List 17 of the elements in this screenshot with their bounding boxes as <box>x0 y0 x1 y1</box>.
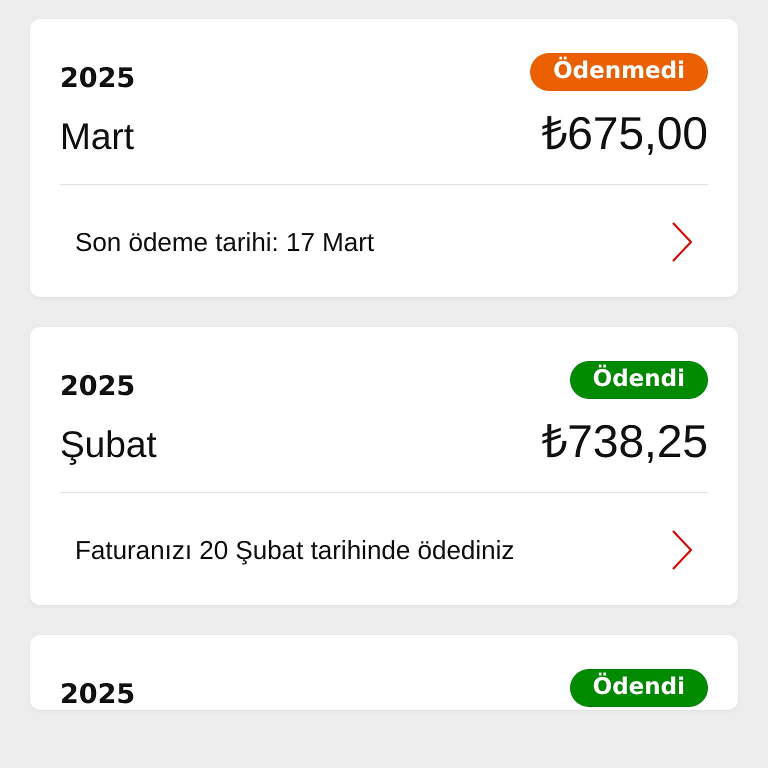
bill-note: Son ödeme tarihi: 17 Mart <box>75 226 374 258</box>
chevron-right-icon[interactable] <box>670 221 694 263</box>
bill-month: Mart <box>60 116 134 158</box>
bill-note: Faturanızı 20 Şubat tarihinde ödediniz <box>75 534 514 566</box>
bill-month: Şubat <box>60 424 157 466</box>
bill-year: 2025 <box>60 679 136 710</box>
bill-card[interactable]: 2025 Ödendi <box>30 635 738 710</box>
bill-amount: ₺675,00 <box>541 106 708 161</box>
status-badge: Ödendi <box>570 668 708 706</box>
bill-card[interactable]: 2025 Ödendi Şubat ₺738,25 Faturanızı 20 Şubat tarihinde ödediniz <box>30 327 738 605</box>
status-badge: Ödenmedi <box>530 52 708 90</box>
bill-year: 2025 <box>60 63 136 94</box>
status-badge: Ödendi <box>570 360 708 398</box>
bill-card[interactable]: 2025 Ödenmedi Mart ₺675,00 Son ödeme tarihi: 17 Mart <box>30 19 738 297</box>
chevron-right-icon[interactable] <box>670 529 694 571</box>
bill-amount: ₺738,25 <box>541 414 708 469</box>
bill-year: 2025 <box>60 371 136 402</box>
